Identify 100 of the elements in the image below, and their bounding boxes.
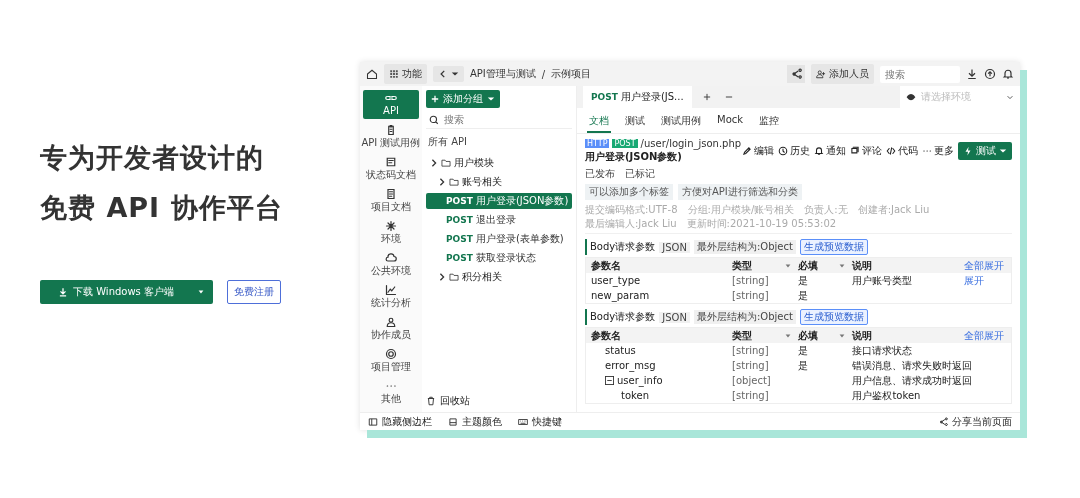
- test-button[interactable]: 测试: [958, 142, 1012, 160]
- view-tab[interactable]: 监控: [757, 112, 782, 133]
- back-button[interactable]: [433, 66, 464, 82]
- param-type: [string]: [732, 390, 769, 401]
- chevron-icon[interactable]: [438, 178, 446, 186]
- column-header: 说明: [852, 328, 873, 343]
- chevron-icon[interactable]: [430, 159, 438, 167]
- nav-item[interactable]: API 测试用例: [363, 122, 419, 151]
- meta-info: 创建者:Jack Liu: [857, 203, 930, 217]
- meta-info: 最后编辑人:Jack Liu: [585, 217, 677, 231]
- api-item[interactable]: POST 退出登录: [426, 212, 572, 228]
- nav-item[interactable]: API: [363, 90, 419, 119]
- folder-label[interactable]: 账号相关: [462, 175, 502, 189]
- search-field[interactable]: 搜索: [880, 65, 960, 83]
- recycle-bin-link[interactable]: 回收站: [440, 394, 470, 408]
- folder-label[interactable]: 用户模块: [454, 156, 494, 170]
- meta-info: 负责人:无: [804, 203, 848, 217]
- param-name: status: [605, 345, 636, 356]
- nav-item[interactable]: 其他: [363, 378, 419, 407]
- status-label: 已发布: [585, 167, 615, 181]
- expand-link[interactable]: 展开: [964, 273, 985, 288]
- view-tab[interactable]: 文档: [587, 112, 611, 133]
- required-value: 是: [798, 288, 809, 303]
- status-label: 已标记: [625, 167, 655, 181]
- collapse-toggle-icon[interactable]: [605, 376, 614, 385]
- download-icon: [58, 287, 68, 297]
- sidebar-icon: [368, 416, 378, 427]
- param-description: 错误消息、请求失败时返回: [852, 358, 973, 373]
- view-tab[interactable]: 测试: [623, 112, 647, 133]
- api-item[interactable]: POST 获取登录状态: [426, 250, 572, 266]
- theme-button[interactable]: 主题颜色: [462, 414, 502, 429]
- menu-button[interactable]: 功能: [384, 64, 427, 84]
- param-type: [string]: [732, 290, 769, 301]
- breadcrumb-link[interactable]: API管理与测试: [470, 67, 536, 81]
- nav-item[interactable]: 协作成员: [363, 314, 419, 343]
- caret-icon: [999, 147, 1007, 155]
- share-page-button[interactable]: 分享当前页面: [952, 414, 1012, 429]
- api-item[interactable]: POST 用户登录(JSON参数): [426, 193, 572, 209]
- note-icon: [385, 156, 397, 168]
- filter-caret-icon[interactable]: [838, 331, 847, 340]
- preview-button[interactable]: 生成预览数据: [799, 239, 868, 255]
- clock-icon: [778, 146, 788, 156]
- api-item[interactable]: POST 用户登录(表单参数): [426, 231, 572, 247]
- view-tab[interactable]: Mock: [715, 112, 746, 133]
- toolbar-button[interactable]: 通知: [814, 144, 846, 158]
- filter-caret-icon[interactable]: [784, 261, 793, 270]
- param-name: token: [621, 390, 649, 401]
- toolbar-button[interactable]: 评论: [850, 144, 882, 158]
- chevron-icon[interactable]: [438, 273, 446, 281]
- param-description: 用户鉴权token: [852, 388, 921, 403]
- nav-item[interactable]: 状态码文档: [363, 154, 419, 183]
- nav-item[interactable]: 环境: [363, 218, 419, 247]
- download-icon[interactable]: [966, 68, 978, 80]
- column-header: 说明: [852, 258, 873, 273]
- expand-all-link[interactable]: 全部展开: [964, 328, 1005, 343]
- nav-item[interactable]: 公共环境: [363, 250, 419, 279]
- caret-icon: [1006, 93, 1014, 101]
- add-member-button[interactable]: 添加人员: [811, 64, 874, 84]
- view-tab[interactable]: 测试用例: [659, 112, 703, 133]
- api-name: 用户登录(JSON参数): [585, 150, 683, 164]
- search-icon: [429, 114, 439, 125]
- meta-info: 提交编码格式:UTF-8: [585, 203, 678, 217]
- preview-button[interactable]: 生成预览数据: [799, 309, 868, 325]
- trash-icon: [426, 396, 436, 406]
- document-tab[interactable]: POST 用户登录(JS...: [583, 86, 692, 108]
- home-icon[interactable]: [366, 68, 378, 80]
- tag: 方便对API进行筛选和分类: [678, 184, 802, 200]
- nav-item[interactable]: 项目管理: [363, 346, 419, 375]
- toolbar-button[interactable]: 更多: [922, 144, 954, 158]
- column-header: 参数名: [591, 258, 621, 273]
- param-name: user_info: [617, 375, 663, 386]
- nav-item[interactable]: 项目文档: [363, 186, 419, 215]
- download-button[interactable]: 下载 Windows 客户端: [40, 280, 213, 304]
- share-icon[interactable]: [787, 65, 805, 83]
- expand-all-link[interactable]: 全部展开: [964, 258, 1005, 273]
- headline: 免费 API 协作平台: [40, 191, 284, 225]
- comment-icon: [850, 146, 860, 156]
- hide-sidebar-button[interactable]: 隐藏侧边栏: [382, 414, 432, 429]
- structure-label: 最外层结构为:Object: [693, 240, 796, 254]
- filter-caret-icon[interactable]: [838, 261, 847, 270]
- signup-button[interactable]: 免费注册: [227, 280, 281, 304]
- meta-info: 分组:用户模块/账号相关: [687, 203, 795, 217]
- param-type: [string]: [732, 275, 769, 286]
- tree-root[interactable]: 所有 API: [426, 132, 572, 152]
- add-group-button[interactable]: 添加分组: [426, 90, 500, 108]
- filter-caret-icon[interactable]: [784, 331, 793, 340]
- shortcuts-button[interactable]: 快捷键: [532, 414, 562, 429]
- caret-icon: [451, 70, 459, 78]
- param-description: 接口请求状态: [852, 343, 913, 358]
- toolbar-button[interactable]: 代码: [886, 144, 918, 158]
- nav-item[interactable]: 统计分析: [363, 282, 419, 311]
- toolbar-button[interactable]: 编辑: [742, 144, 774, 158]
- bell-icon: [814, 146, 824, 156]
- back-icon: [438, 69, 448, 79]
- bell-icon[interactable]: [1002, 68, 1014, 80]
- upload-icon[interactable]: [984, 68, 996, 80]
- pencil-icon: [742, 146, 752, 156]
- folder-label[interactable]: 积分相关: [462, 270, 502, 284]
- toolbar-button[interactable]: 历史: [778, 144, 810, 158]
- column-header: 必填: [798, 328, 819, 343]
